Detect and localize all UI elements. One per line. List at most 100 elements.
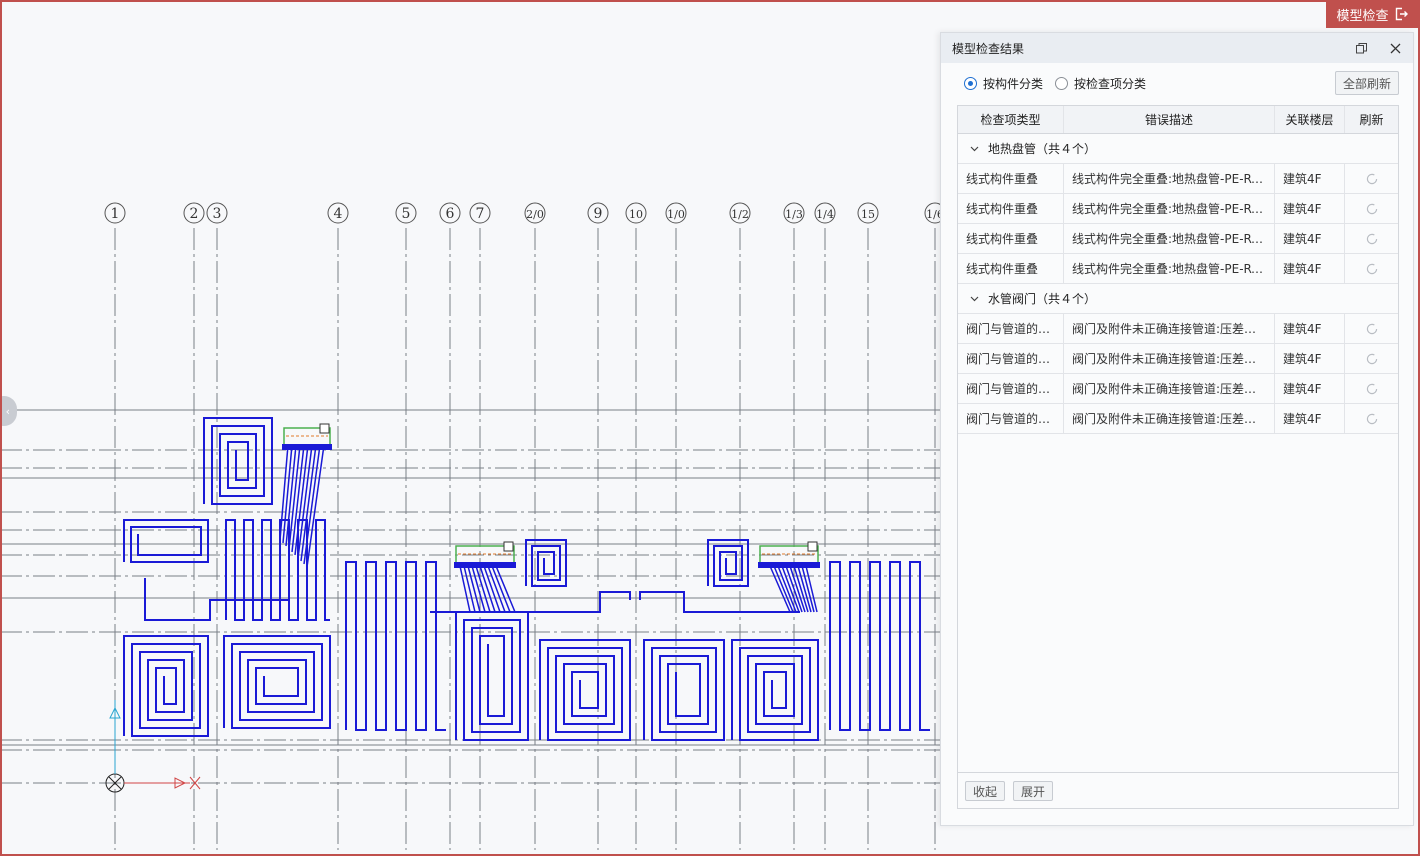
cell-error-desc: 线式构件完全重叠:地热盘管-PE-RT-DN20-… xyxy=(1064,254,1275,283)
axis-bubble: 6 xyxy=(439,202,461,224)
svg-text:4: 4 xyxy=(334,206,343,222)
cell-check-type: 线式构件重叠 xyxy=(958,224,1064,253)
axis-bubble: 4 xyxy=(327,202,349,224)
restore-icon xyxy=(1355,42,1367,53)
refresh-icon[interactable] xyxy=(1366,263,1378,275)
check-type-text: 线式构件重叠 xyxy=(966,202,1039,216)
column-header-error-desc: 错误描述 xyxy=(1064,106,1275,133)
refresh-all-button[interactable]: 全部刷新 xyxy=(1335,71,1399,95)
chevron-down-icon[interactable] xyxy=(968,143,980,155)
panel-footer: 收起 展开 xyxy=(957,773,1399,809)
table-row[interactable]: 阀门与管道的连接检查 阀门及附件未正确连接管道:压差控制阀… 建筑4F xyxy=(958,314,1398,344)
cell-error-desc: 阀门及附件未正确连接管道:压差控制阀… xyxy=(1064,344,1275,373)
axis-bubble: 1/3 xyxy=(783,202,805,224)
refresh-icon[interactable] xyxy=(1366,383,1378,395)
cell-error-desc: 阀门及附件未正确连接管道:压差控制阀… xyxy=(1064,374,1275,403)
cell-floor: 建筑4F xyxy=(1275,254,1345,283)
cell-refresh xyxy=(1345,314,1398,343)
collapse-all-button[interactable]: 收起 xyxy=(965,781,1005,801)
refresh-icon[interactable] xyxy=(1366,173,1378,185)
cell-error-desc: 线式构件完全重叠:地热盘管-PE-RT-DN20-… xyxy=(1064,164,1275,193)
group-row[interactable]: 地热盘管（共４个） xyxy=(958,134,1398,164)
axis-bubble: 1/0 xyxy=(665,202,687,224)
check-type-text: 阀门与管道的连接检查 xyxy=(966,322,1055,336)
cell-refresh xyxy=(1345,254,1398,283)
svg-text:6: 6 xyxy=(446,206,455,222)
svg-text:5: 5 xyxy=(402,206,411,222)
cell-check-type: 阀门与管道的连接检查 xyxy=(958,344,1064,373)
error-desc-text: 线式构件完全重叠:地热盘管-PE-RT-DN20-… xyxy=(1072,232,1266,246)
axis-bubble: 9 xyxy=(587,202,609,224)
radio-by-component[interactable]: 按构件分类 xyxy=(964,75,1043,92)
cell-error-desc: 阀门及附件未正确连接管道:压差控制阀… xyxy=(1064,314,1275,343)
error-desc-text: 线式构件完全重叠:地热盘管-PE-RT-DN20-… xyxy=(1072,172,1266,186)
svg-text:1/3: 1/3 xyxy=(785,208,803,221)
close-button[interactable] xyxy=(1387,40,1403,56)
cell-check-type: 线式构件重叠 xyxy=(958,254,1064,283)
axis-bubbles: 1 2 3 4 5 6 7 2/0 9 10 1/0 1/2 1/3 1/4 15 1/6 xyxy=(104,202,946,224)
close-icon xyxy=(1390,43,1400,53)
refresh-icon[interactable] xyxy=(1366,323,1378,335)
svg-text:1/0: 1/0 xyxy=(667,208,685,221)
error-desc-text: 阀门及附件未正确连接管道:压差控制阀… xyxy=(1072,352,1266,366)
svg-text:2: 2 xyxy=(190,206,199,222)
svg-text:9: 9 xyxy=(594,206,603,222)
svg-text:3: 3 xyxy=(213,206,222,222)
refresh-icon[interactable] xyxy=(1366,233,1378,245)
table-row[interactable]: 阀门与管道的连接检查 阀门及附件未正确连接管道:压差控制阀… 建筑4F xyxy=(958,404,1398,434)
table-row[interactable]: 线式构件重叠 线式构件完全重叠:地热盘管-PE-RT-DN20-… 建筑4F xyxy=(958,224,1398,254)
radio-by-check-item-label: 按检查项分类 xyxy=(1074,77,1147,91)
check-type-text: 线式构件重叠 xyxy=(966,172,1039,186)
panel-toolbar: 按构件分类 按检查项分类 全部刷新 xyxy=(941,63,1413,105)
refresh-icon[interactable] xyxy=(1366,353,1378,365)
axis-bubble: 3 xyxy=(206,202,228,224)
cell-floor: 建筑4F xyxy=(1275,404,1345,433)
error-desc-text: 线式构件完全重叠:地热盘管-PE-RT-DN20-… xyxy=(1072,262,1266,276)
axis-grid xyxy=(0,228,940,850)
cell-floor: 建筑4F xyxy=(1275,224,1345,253)
model-check-button[interactable]: 模型检查 xyxy=(1326,0,1418,28)
axis-bubble: 15 xyxy=(857,202,879,224)
check-type-text: 线式构件重叠 xyxy=(966,232,1039,246)
coordinate-origin xyxy=(105,700,201,793)
axis-bubble: 5 xyxy=(395,202,417,224)
group-row[interactable]: 水管阀门（共４个） xyxy=(958,284,1398,314)
table-body: 地热盘管（共４个）线式构件重叠线式构件完全重叠:地热盘管-PE-RT-DN20-… xyxy=(958,134,1398,434)
table-row[interactable]: 阀门与管道的连接检查 阀门及附件未正确连接管道:压差控制阀… 建筑4F xyxy=(958,344,1398,374)
check-type-text: 阀门与管道的连接检查 xyxy=(966,382,1055,396)
cell-floor: 建筑4F xyxy=(1275,314,1345,343)
exit-icon xyxy=(1395,7,1408,21)
table-row[interactable]: 阀门与管道的连接检查 阀门及附件未正确连接管道:压差控制阀… 建筑4F xyxy=(958,374,1398,404)
chevron-left-icon: ‹ xyxy=(5,404,10,418)
check-type-text: 线式构件重叠 xyxy=(966,262,1039,276)
radio-by-check-item[interactable]: 按检查项分类 xyxy=(1055,75,1146,92)
axis-bubble: 2/0 xyxy=(524,202,546,224)
table-row[interactable]: 线式构件重叠 线式构件完全重叠:地热盘管-PE-RT-DN20-… 建筑4F xyxy=(958,164,1398,194)
cell-refresh xyxy=(1345,164,1398,193)
cell-check-type: 阀门与管道的连接检查 xyxy=(958,314,1064,343)
cell-refresh xyxy=(1345,404,1398,433)
check-type-text: 阀门与管道的连接检查 xyxy=(966,412,1055,426)
table-row[interactable]: 线式构件重叠 线式构件完全重叠:地热盘管-PE-RT-DN20-… 建筑4F xyxy=(958,254,1398,284)
refresh-icon[interactable] xyxy=(1366,203,1378,215)
check-type-text: 阀门与管道的连接检查 xyxy=(966,352,1055,366)
panel-header: 模型检查结果 xyxy=(941,33,1413,63)
cell-check-type: 线式构件重叠 xyxy=(958,194,1064,223)
floor-heating-pipes xyxy=(123,417,930,741)
radio-dot-selected xyxy=(964,77,977,90)
restore-button[interactable] xyxy=(1353,40,1369,56)
cell-refresh xyxy=(1345,194,1398,223)
expand-all-button[interactable]: 展开 xyxy=(1013,781,1053,801)
error-desc-text: 线式构件完全重叠:地热盘管-PE-RT-DN20-… xyxy=(1072,202,1266,216)
svg-text:1: 1 xyxy=(111,206,120,222)
cell-check-type: 线式构件重叠 xyxy=(958,164,1064,193)
axis-bubble: 1 xyxy=(104,202,126,224)
chevron-down-icon[interactable] xyxy=(968,293,980,305)
svg-text:1/2: 1/2 xyxy=(731,208,749,221)
error-desc-text: 阀门及附件未正确连接管道:压差控制阀… xyxy=(1072,382,1266,396)
refresh-icon[interactable] xyxy=(1366,413,1378,425)
table-row[interactable]: 线式构件重叠 线式构件完全重叠:地热盘管-PE-RT-DN20-… 建筑4F xyxy=(958,194,1398,224)
cell-floor: 建筑4F xyxy=(1275,194,1345,223)
axis-bubble: 10 xyxy=(625,202,647,224)
svg-text:15: 15 xyxy=(861,208,875,221)
